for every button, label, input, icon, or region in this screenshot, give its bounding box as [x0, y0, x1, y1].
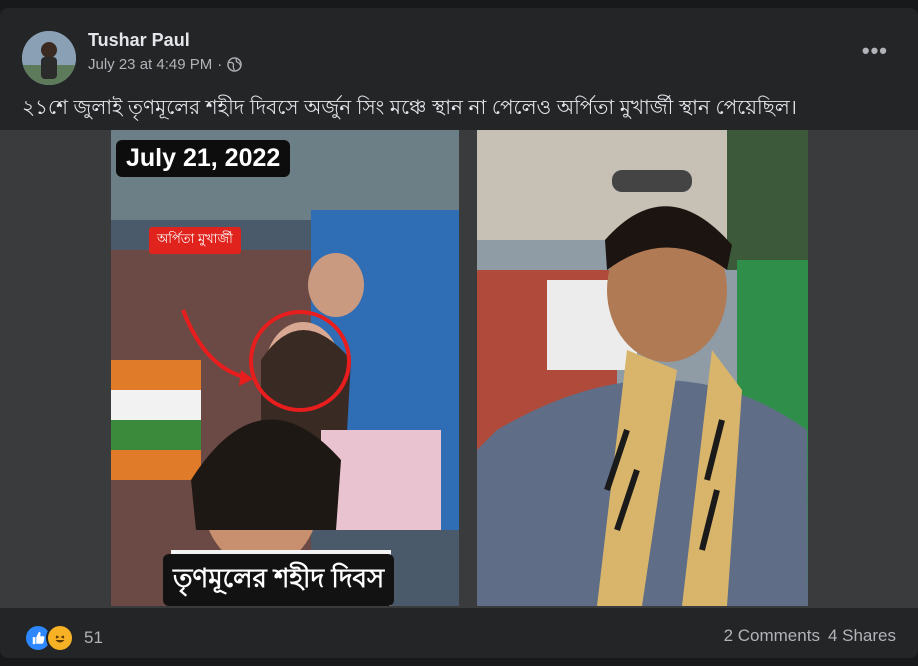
engagement-stats: 2 Comments 4 Shares	[724, 626, 896, 646]
date-overlay: July 21, 2022	[116, 140, 291, 177]
right-photo-scene	[477, 130, 808, 606]
post-caption: ২১শে জুলাই তৃণমূলের শহীদ দিবসে অর্জুন সি…	[22, 97, 797, 119]
author-avatar[interactable]	[22, 31, 76, 85]
bottom-title-overlay: তৃণমূলের শহীদ দিবস	[163, 554, 395, 606]
post-media[interactable]: July 21, 2022 অর্পিতা মুখার্জী তৃণমূলের …	[0, 130, 918, 608]
post-card: Tushar Paul July 23 at 4:49 PM · ••• ২১শ…	[0, 8, 918, 658]
reaction-summary[interactable]: 51	[24, 624, 103, 652]
haha-icon	[46, 624, 74, 652]
left-photo-scene	[111, 130, 459, 606]
right-photo[interactable]	[477, 130, 808, 606]
reaction-count: 51	[84, 628, 103, 647]
post-footer: 51 2 Comments 4 Shares	[0, 608, 918, 666]
post-timestamp[interactable]: July 23 at 4:49 PM	[88, 56, 212, 73]
shares-link[interactable]: 4 Shares	[828, 626, 896, 646]
author-name[interactable]: Tushar Paul	[88, 30, 190, 51]
globe-icon	[227, 57, 242, 72]
more-options-button[interactable]: •••	[862, 38, 888, 64]
comments-link[interactable]: 2 Comments	[724, 626, 820, 646]
meta-separator: ·	[217, 56, 223, 73]
name-tag-overlay: অর্পিতা মুখার্জী	[149, 227, 241, 254]
post-meta: July 23 at 4:49 PM ·	[88, 56, 242, 73]
left-photo[interactable]: July 21, 2022 অর্পিতা মুখার্জী তৃণমূলের …	[111, 130, 459, 606]
